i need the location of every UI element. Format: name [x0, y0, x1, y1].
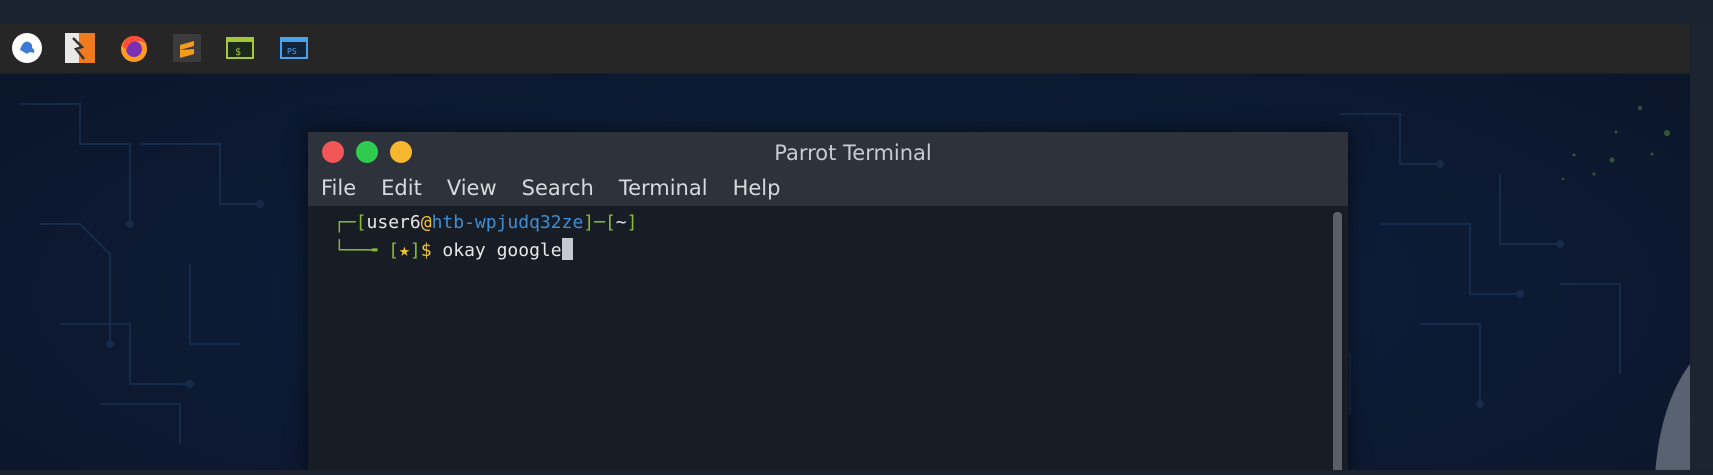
green-dots	[1561, 106, 1670, 181]
launcher-2[interactable]	[63, 31, 97, 65]
svg-text:PS: PS	[287, 47, 297, 56]
scrollbar[interactable]	[1333, 212, 1342, 475]
menu-help[interactable]: Help	[733, 176, 781, 200]
menu-search[interactable]: Search	[522, 176, 594, 200]
menu-edit[interactable]: Edit	[381, 176, 422, 200]
bracket: [	[388, 240, 400, 261]
terminal-icon: $	[226, 37, 254, 59]
prompt-user: user6	[366, 212, 421, 233]
prompt-line-2: └──╼ [★]$ okay google	[334, 238, 573, 261]
window-title: Parrot Terminal	[774, 141, 932, 165]
right-edge	[1690, 24, 1713, 475]
bracket: [	[355, 212, 367, 233]
title-bar[interactable]: Parrot Terminal	[308, 132, 1348, 170]
parrot-logo-shape	[1655, 364, 1690, 475]
powershell-icon: PS	[280, 37, 308, 59]
parrot-menu-icon	[12, 33, 42, 63]
sublime-launcher[interactable]	[170, 31, 204, 65]
firefox-launcher[interactable]	[117, 31, 151, 65]
bottom-edge	[0, 470, 1713, 475]
text-cursor	[561, 238, 573, 260]
terminal-launcher[interactable]: $	[223, 31, 257, 65]
prompt-corner-top: ┌─	[334, 212, 356, 233]
svg-text:$: $	[235, 47, 241, 58]
prompt-host: htb-wpjudq32ze	[431, 212, 584, 233]
command-input[interactable]: okay google	[432, 240, 561, 261]
menu-bar: File Edit View Search Terminal Help	[308, 170, 1348, 206]
prompt-corner-bottom: └──╼	[334, 240, 389, 261]
top-panel: $ PS	[0, 24, 1690, 74]
prompt-symbol: $	[420, 240, 432, 261]
prompt-separator: ]─[	[583, 212, 616, 233]
powershell-launcher[interactable]: PS	[277, 31, 311, 65]
screen: $ PS Parrot Terminal File Edit View Sear…	[0, 0, 1713, 475]
firefox-icon	[121, 35, 147, 62]
menu-file[interactable]: File	[321, 176, 356, 200]
prompt-at: @	[420, 212, 432, 233]
star-icon: ★	[399, 240, 410, 261]
terminal-window: Parrot Terminal File Edit View Search Te…	[308, 132, 1348, 475]
bracket: ]	[626, 212, 638, 233]
parrot-launcher-icon	[65, 33, 95, 63]
bracket: ]	[409, 240, 421, 261]
terminal-content[interactable]: ┌─[user6@htb-wpjudq32ze]─[~] └──╼ [★]$ o…	[308, 206, 1348, 475]
sublime-text-icon	[173, 34, 201, 62]
menu-view[interactable]: View	[447, 176, 497, 200]
parrot-menu-button[interactable]	[10, 31, 44, 65]
menu-terminal[interactable]: Terminal	[619, 176, 708, 200]
prompt-cwd: ~	[615, 212, 627, 233]
prompt-line-1: ┌─[user6@htb-wpjudq32ze]─[~]	[334, 212, 637, 233]
